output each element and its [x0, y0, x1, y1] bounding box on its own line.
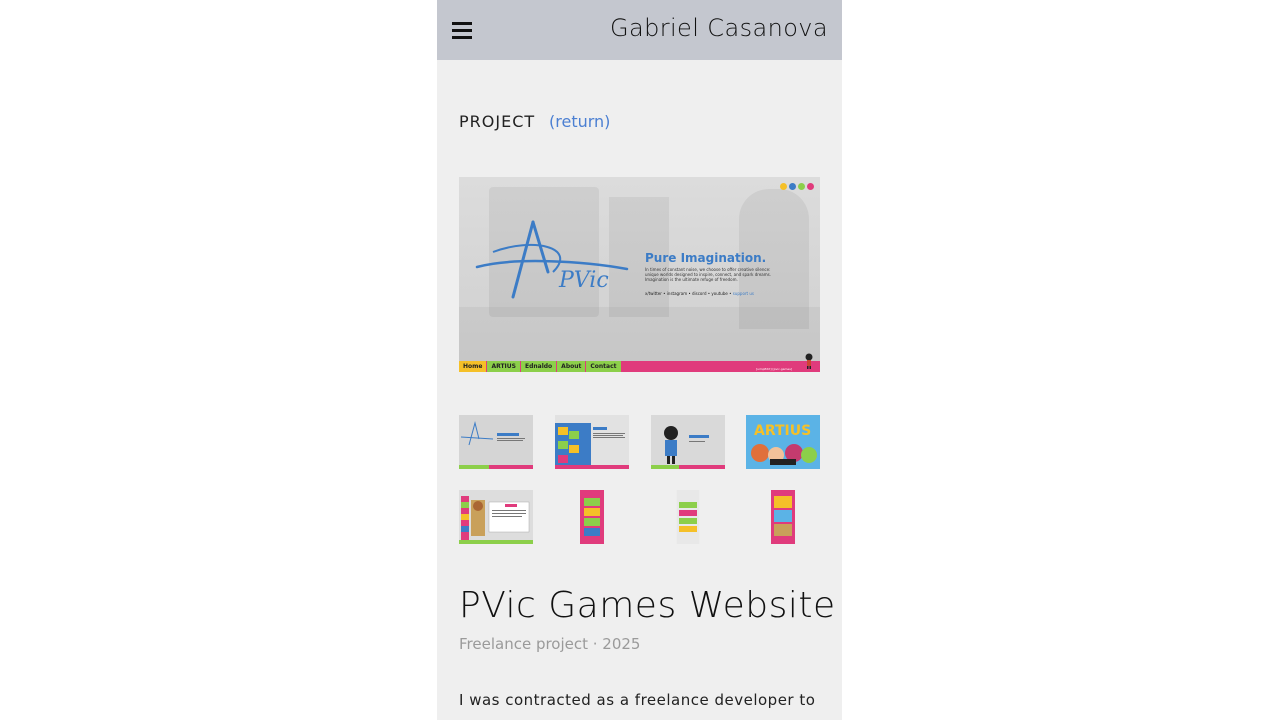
dot-green [798, 183, 805, 190]
hero-description: In times of constant noise, we choose to… [645, 267, 771, 282]
svg-text:ARTIUS: ARTIUS [754, 423, 811, 439]
thumb-mobile-3[interactable] [771, 490, 795, 544]
section-heading: PROJECT [459, 112, 536, 131]
hero-nav-home: Home [459, 361, 487, 372]
hero-nav-ednaldo: Ednaldo [520, 361, 557, 372]
site-name[interactable]: Gabriel Casanova [610, 14, 828, 42]
hamburger-menu-icon[interactable] [452, 22, 472, 42]
dot-blue [789, 183, 796, 190]
logo-text: PVic [558, 268, 609, 293]
hero-nav-about: About [557, 361, 586, 372]
thumb-ednaldo[interactable] [459, 490, 533, 544]
project-title: PVic Games Website [459, 585, 836, 626]
return-link[interactable]: (return) [549, 112, 610, 131]
hero-credit: [simpEdit] [pvic.games] [756, 367, 792, 371]
thumb-artius[interactable]: ARTIUS [746, 415, 820, 469]
hero-nav-artius: ARTIUS [487, 361, 520, 372]
project-description: I was contracted as a freelance develope… [459, 691, 816, 709]
page: Gabriel Casanova PROJECT (return) PVic P… [437, 0, 842, 720]
thumb-about[interactable] [555, 415, 629, 469]
thumb-contact[interactable] [651, 415, 725, 469]
dot-yellow [780, 183, 787, 190]
mascot-icon [805, 353, 813, 369]
hero-nav-contact: Contact [586, 361, 621, 372]
project-subtitle: Freelance project · 2025 [459, 635, 641, 653]
top-bar: Gabriel Casanova [437, 0, 842, 60]
hero-image[interactable]: PVic Pure Imagination. In times of const… [459, 177, 820, 372]
hero-headline: Pure Imagination. [645, 251, 767, 265]
dot-pink [807, 183, 814, 190]
pvic-logo: PVic [475, 220, 629, 299]
thumb-home[interactable] [459, 415, 533, 469]
thumb-mobile-2[interactable] [676, 490, 700, 544]
hero-social-links: x/twitter • instagram • discord • youtub… [645, 291, 755, 296]
color-dots [780, 183, 814, 190]
thumb-mobile-1[interactable] [580, 490, 604, 544]
